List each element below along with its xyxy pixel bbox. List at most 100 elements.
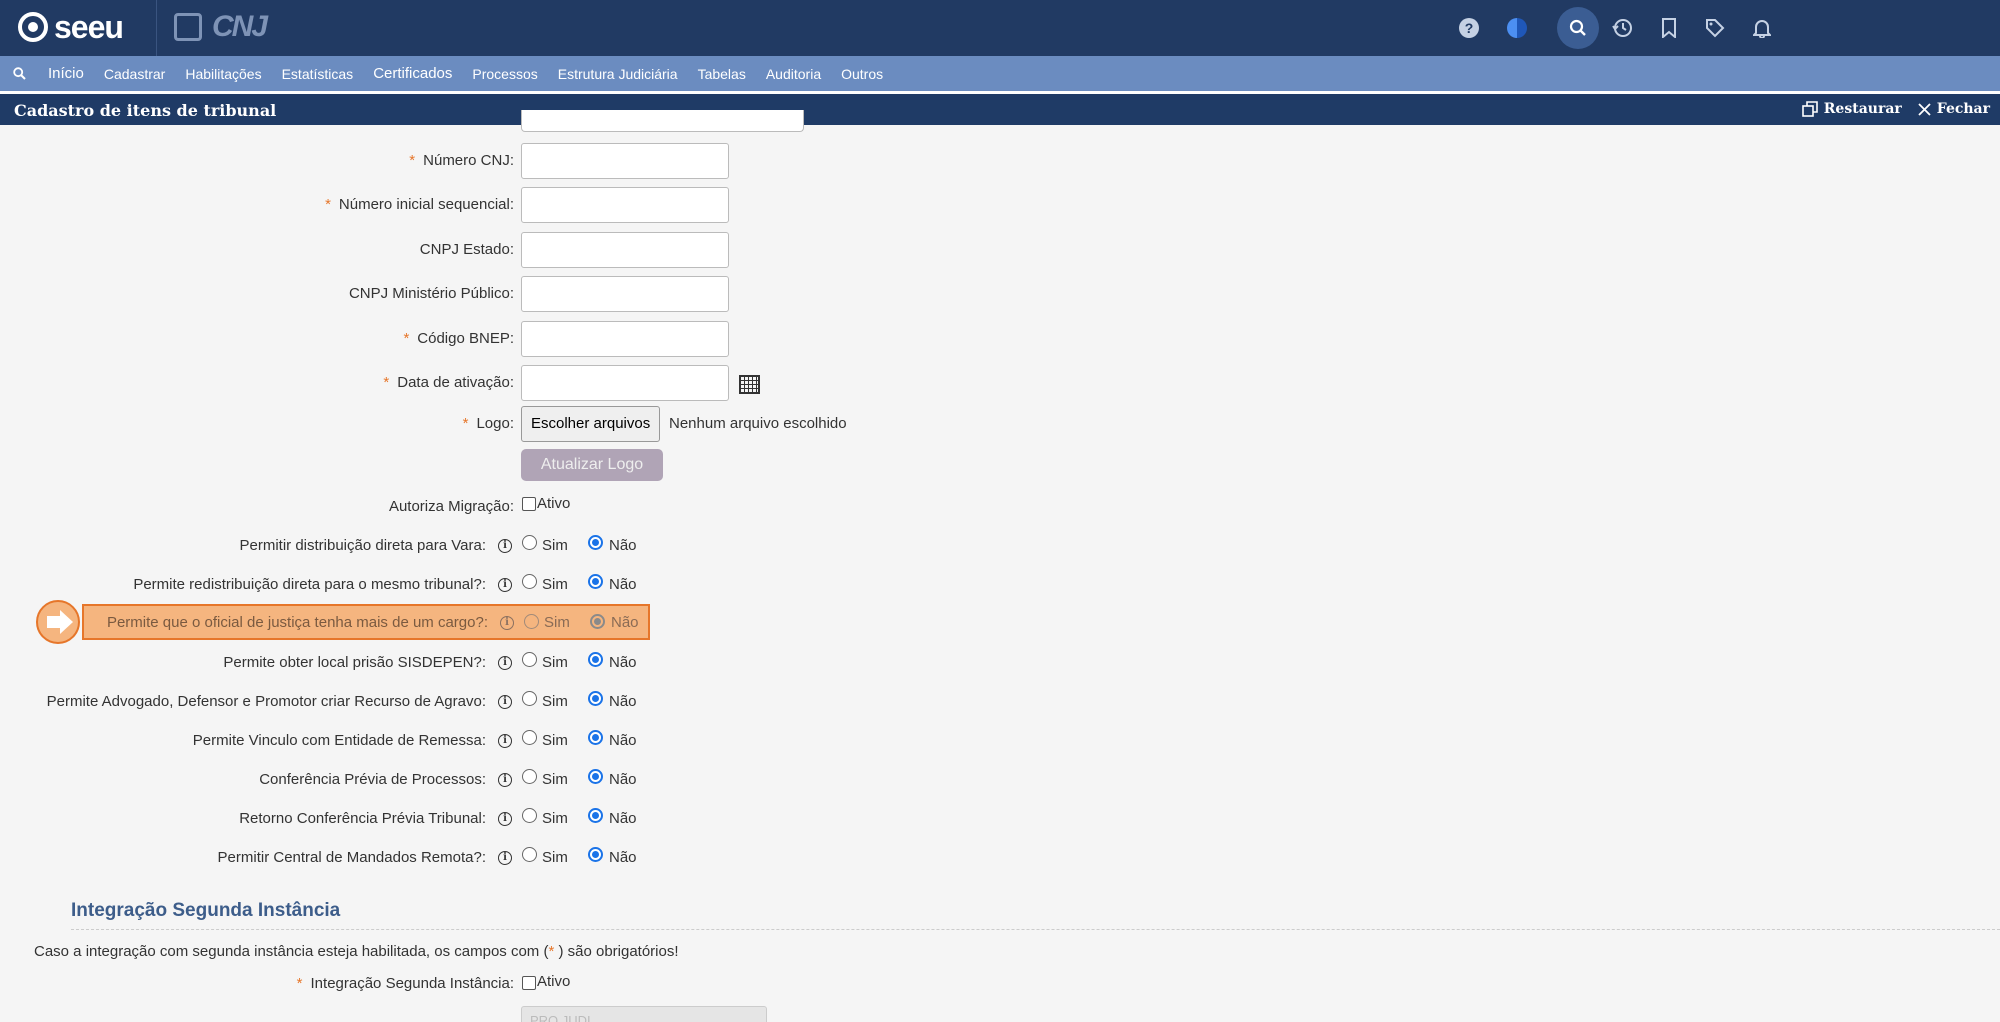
calendar-icon[interactable] <box>739 375 760 394</box>
cnpj-mp-label: CNPJ Ministério Público: <box>348 285 514 302</box>
integracao-row: * Integração Segunda Instância: Ativo <box>0 966 1000 1002</box>
info-icon[interactable]: i <box>498 695 512 709</box>
menu-inicio[interactable]: Início <box>38 65 94 82</box>
radio-nao[interactable] <box>588 691 603 706</box>
menu-estrutura-judiciaria[interactable]: Estrutura Judiciária <box>548 66 688 82</box>
info-icon[interactable]: i <box>498 578 512 592</box>
menu-tabelas[interactable]: Tabelas <box>688 66 756 82</box>
bookmark-icon[interactable] <box>1650 10 1688 46</box>
cnpj-estado-label: CNPJ Estado: <box>419 241 514 258</box>
tag-icon[interactable] <box>1696 10 1734 46</box>
radio-nao[interactable] <box>588 652 603 667</box>
info-icon[interactable]: i <box>498 734 512 748</box>
numero-inicial-row: * Número inicial sequencial: <box>0 187 1000 223</box>
choose-files-button[interactable]: Escolher arquivos <box>521 406 661 442</box>
search-icon[interactable] <box>1557 7 1599 49</box>
radio-label: Retorno Conferência Prévia Tribunal: <box>239 810 486 827</box>
numero-cnj-label: Número CNJ: <box>423 152 514 169</box>
menu-outros[interactable]: Outros <box>831 66 893 82</box>
bell-icon[interactable] <box>1743 10 1781 46</box>
history-icon[interactable] <box>1603 10 1641 46</box>
menu-certificados[interactable]: Certificados <box>363 65 462 82</box>
radio-sim[interactable] <box>522 691 537 706</box>
radio-sim[interactable] <box>522 808 537 823</box>
restore-button[interactable]: Restaurar <box>1801 101 1902 117</box>
no-file-text: Nenhum arquivo escolhido <box>669 415 847 432</box>
integracao-label: Integração Segunda Instância: <box>310 975 514 992</box>
codigo-bnep-label: Código BNEP: <box>417 330 514 347</box>
radio-sim-label: Sim <box>542 537 568 554</box>
cnpj-estado-row: CNPJ Estado: <box>0 232 1000 268</box>
codigo-bnep-row: * Código BNEP: <box>0 321 1000 357</box>
radio-nao[interactable] <box>588 808 603 823</box>
numero-cnj-input[interactable] <box>521 143 729 179</box>
radio-nao[interactable] <box>588 574 603 589</box>
cnpj-estado-input[interactable] <box>521 232 729 268</box>
radio-nao-label: Não <box>611 614 639 631</box>
info-icon[interactable]: i <box>498 851 512 865</box>
radio-sim[interactable] <box>522 730 537 745</box>
main-menu: Início Cadastrar Habilitações Estatístic… <box>0 56 2000 91</box>
autoriza-migracao-label: Autoriza Migração: <box>388 498 514 515</box>
menu-search-icon[interactable] <box>0 67 38 80</box>
radio-sim[interactable] <box>522 652 537 667</box>
radio-nao[interactable] <box>590 614 605 629</box>
highlighted-radio-row-oficial-cargo: Permite que o oficial de justiça tenha m… <box>82 604 650 640</box>
logo-row: * Logo: Escolher arquivos Nenhum arquivo … <box>0 406 1000 442</box>
top-bar: seeu CNJ ? <box>0 0 2000 56</box>
logo-label: Logo: <box>476 415 514 432</box>
radio-sim-label: Sim <box>542 654 568 671</box>
radio-label: Conferência Prévia de Processos: <box>259 771 486 788</box>
cnpj-mp-input[interactable] <box>521 276 729 312</box>
radio-nao[interactable] <box>588 847 603 862</box>
cut-off-select[interactable]: PRO JUDI <box>521 1006 767 1022</box>
radio-row-distribuicao-vara: Permitir distribuição direta para Vara: … <box>0 528 1000 564</box>
autoriza-migracao-row: Autoriza Migração: Ativo <box>0 489 1000 525</box>
codigo-bnep-input[interactable] <box>521 321 729 357</box>
update-logo-button[interactable]: Atualizar Logo <box>521 449 663 481</box>
close-button[interactable]: Fechar <box>1918 101 1990 117</box>
info-icon[interactable]: i <box>500 616 514 630</box>
radio-sim-label: Sim <box>542 576 568 593</box>
radio-sim-label: Sim <box>542 771 568 788</box>
section-title: Integração Segunda Instância <box>71 900 341 921</box>
seeu-logo[interactable]: seeu <box>18 8 124 46</box>
radio-nao[interactable] <box>588 730 603 745</box>
radio-sim[interactable] <box>522 769 537 784</box>
info-icon[interactable]: i <box>498 539 512 553</box>
radio-nao-label: Não <box>609 849 637 866</box>
data-ativacao-row: * Data de ativação: <box>0 365 1000 401</box>
info-icon[interactable]: i <box>498 773 512 787</box>
menu-habilitacoes[interactable]: Habilitações <box>175 66 271 82</box>
radio-label: Permite Advogado, Defensor e Promotor cr… <box>46 693 486 710</box>
data-ativacao-input[interactable] <box>521 365 729 401</box>
radio-sim[interactable] <box>522 847 537 862</box>
page-title: Cadastro de itens de tribunal <box>14 101 277 120</box>
info-icon[interactable]: i <box>498 812 512 826</box>
menu-processos[interactable]: Processos <box>462 66 547 82</box>
radio-label: Permite que o oficial de justiça tenha m… <box>106 614 488 631</box>
numero-inicial-input[interactable] <box>521 187 729 223</box>
radio-nao[interactable] <box>588 535 603 550</box>
radio-sim[interactable] <box>522 574 537 589</box>
radio-sim-label: Sim <box>542 732 568 749</box>
radio-label: Permite obter local prisão SISDEPEN?: <box>223 654 486 671</box>
cnj-logo: CNJ <box>174 10 268 44</box>
contrast-icon[interactable] <box>1498 10 1536 46</box>
section-divider <box>71 929 2000 930</box>
radio-sim-label: Sim <box>542 849 568 866</box>
menu-cadastrar[interactable]: Cadastrar <box>94 66 175 82</box>
data-ativacao-label: Data de ativação: <box>397 374 514 391</box>
autoriza-migracao-checkbox[interactable] <box>522 497 536 511</box>
integracao-checkbox[interactable] <box>522 976 536 990</box>
close-icon <box>1918 102 1931 116</box>
cnj-mark-icon <box>174 13 202 41</box>
cut-off-input[interactable] <box>521 110 804 132</box>
menu-auditoria[interactable]: Auditoria <box>756 66 831 82</box>
radio-sim[interactable] <box>524 614 539 629</box>
radio-sim[interactable] <box>522 535 537 550</box>
menu-estatisticas[interactable]: Estatísticas <box>272 66 364 82</box>
help-icon[interactable]: ? <box>1450 10 1488 46</box>
radio-nao[interactable] <box>588 769 603 784</box>
info-icon[interactable]: i <box>498 656 512 670</box>
